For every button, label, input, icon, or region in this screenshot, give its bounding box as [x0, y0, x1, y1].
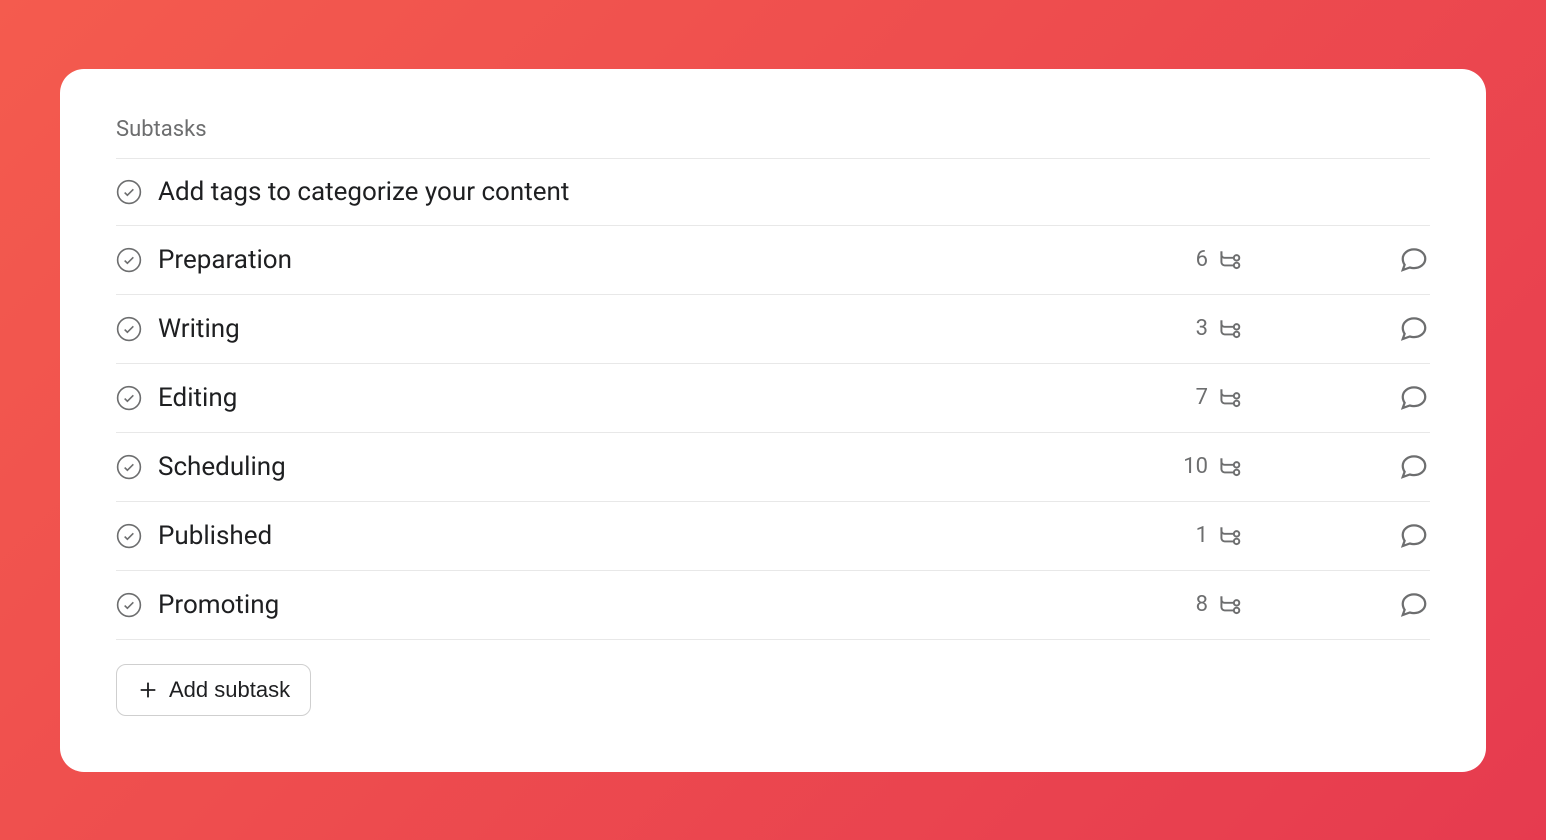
add-subtask-button[interactable]: Add subtask	[116, 664, 311, 716]
comment-icon[interactable]	[1398, 313, 1430, 345]
subtask-count: 7	[1196, 385, 1242, 411]
subtask-count-value: 10	[1183, 454, 1208, 479]
comment-icon[interactable]	[1398, 589, 1430, 621]
subtasks-icon	[1216, 247, 1242, 273]
subtasks-card: Subtasks Add tags to categorize your con…	[60, 69, 1486, 772]
subtask-row[interactable]: Published 1	[116, 502, 1430, 571]
check-circle-icon[interactable]	[116, 179, 142, 205]
subtask-title: Preparation	[158, 245, 1180, 275]
subtask-row[interactable]: Editing 7	[116, 364, 1430, 433]
subtask-count-value: 8	[1196, 592, 1208, 617]
comment-icon[interactable]	[1398, 520, 1430, 552]
subtask-count-value: 1	[1196, 523, 1208, 548]
plus-icon	[137, 679, 159, 701]
check-circle-icon[interactable]	[116, 316, 142, 342]
subtask-row[interactable]: Writing 3	[116, 295, 1430, 364]
subtasks-icon	[1216, 454, 1242, 480]
check-circle-icon[interactable]	[116, 454, 142, 480]
check-circle-icon[interactable]	[116, 247, 142, 273]
subtask-title: Promoting	[158, 590, 1180, 620]
check-circle-icon[interactable]	[116, 523, 142, 549]
subtasks-icon	[1216, 592, 1242, 618]
subtask-count-value: 7	[1196, 385, 1208, 410]
subtask-title: Editing	[158, 383, 1180, 413]
subtask-title: Published	[158, 521, 1180, 551]
subtask-row[interactable]: Preparation 6	[116, 226, 1430, 295]
subtask-count: 1	[1196, 523, 1242, 549]
subtask-row[interactable]: Promoting 8	[116, 571, 1430, 640]
subtask-count-value: 6	[1196, 247, 1208, 272]
subtask-title: Writing	[158, 314, 1180, 344]
comment-icon[interactable]	[1398, 244, 1430, 276]
subtask-title: Scheduling	[158, 452, 1167, 482]
subtask-row[interactable]: Scheduling 10	[116, 433, 1430, 502]
comment-icon[interactable]	[1398, 382, 1430, 414]
subtasks-icon	[1216, 523, 1242, 549]
section-title: Subtasks	[116, 117, 1430, 159]
subtask-count: 8	[1196, 592, 1242, 618]
subtask-count: 10	[1183, 454, 1242, 480]
add-subtask-label: Add subtask	[169, 677, 290, 703]
subtask-title: Add tags to categorize your content	[158, 177, 1430, 207]
subtasks-icon	[1216, 316, 1242, 342]
subtask-count: 3	[1196, 316, 1242, 342]
subtask-row[interactable]: Add tags to categorize your content	[116, 159, 1430, 226]
check-circle-icon[interactable]	[116, 592, 142, 618]
check-circle-icon[interactable]	[116, 385, 142, 411]
subtask-list: Add tags to categorize your content Prep…	[116, 159, 1430, 640]
subtasks-icon	[1216, 385, 1242, 411]
subtask-count: 6	[1196, 247, 1242, 273]
comment-icon[interactable]	[1398, 451, 1430, 483]
subtask-count-value: 3	[1196, 316, 1208, 341]
